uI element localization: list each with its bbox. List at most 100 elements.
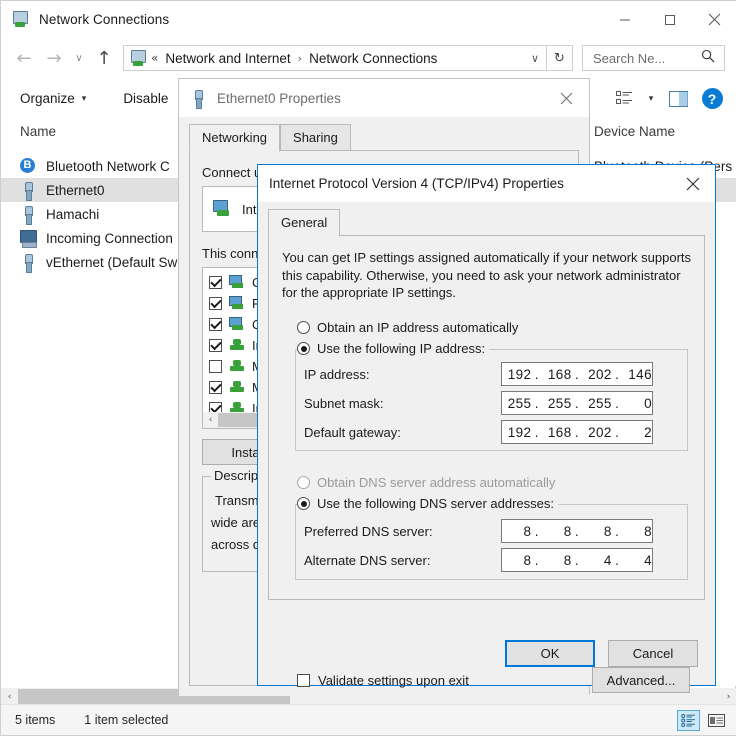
obtain-ip-automatically-option[interactable]: Obtain an IP address automatically xyxy=(297,320,518,335)
component-checkbox[interactable] xyxy=(209,381,222,394)
help-button[interactable]: ? xyxy=(695,84,729,114)
use-following-ip-option[interactable]: Use the following IP address: xyxy=(297,341,490,356)
column-header-device-name[interactable]: Device Name xyxy=(594,124,675,139)
window-titlebar: Network Connections xyxy=(1,1,736,38)
screen: Network Connections ← → ∨ ↑ « Network an… xyxy=(0,0,736,736)
preferred-dns-input[interactable]: 8.8.8.8 xyxy=(501,519,653,543)
recent-locations-button[interactable]: ∨ xyxy=(69,53,89,64)
use-following-dns-label: Use the following DNS server addresses: xyxy=(317,496,554,511)
dns-octet-1[interactable]: 8 xyxy=(502,553,532,568)
close-button[interactable] xyxy=(692,1,736,38)
ip-octet-4[interactable]: 146 xyxy=(623,367,652,382)
component-checkbox[interactable] xyxy=(209,276,222,289)
ip-octet-2[interactable]: 168 xyxy=(542,425,571,440)
dns-octet-1[interactable]: 8 xyxy=(502,524,532,539)
ip-dot: . xyxy=(615,395,620,411)
dns-octet-2[interactable]: 8 xyxy=(542,553,572,568)
ip-octet-2[interactable]: 255 xyxy=(542,396,571,411)
ipv4-dialog-footer: OK Cancel xyxy=(258,625,715,685)
breadcrumb-item-network-and-internet[interactable]: Network and Internet xyxy=(165,51,290,66)
ip-octet-4[interactable]: 2 xyxy=(623,425,652,440)
disable-button[interactable]: Disable xyxy=(123,91,168,106)
ok-button[interactable]: OK xyxy=(505,640,595,667)
disable-label: Disable xyxy=(123,91,169,106)
radio-use-following-ip[interactable] xyxy=(297,342,310,355)
ip-octet-2[interactable]: 168 xyxy=(542,367,571,382)
ip-octet-1[interactable]: 255 xyxy=(502,396,531,411)
ip-dot: . xyxy=(615,552,620,568)
ip-dot: . xyxy=(574,395,580,411)
subnet-mask-input[interactable]: 255. 255. 255. 0 xyxy=(501,391,653,415)
tiles-view-icon[interactable] xyxy=(705,710,728,731)
ip-address-input[interactable]: 192. 168. 202. 146 xyxy=(501,362,653,386)
ethernet-tabstrip: Networking Sharing xyxy=(189,123,351,152)
maximize-button[interactable] xyxy=(647,1,692,38)
ip-dot: . xyxy=(574,424,580,440)
obtain-dns-automatically-option[interactable]: Obtain DNS server address automatically xyxy=(297,475,555,490)
network-connections-icon xyxy=(12,10,30,29)
up-button[interactable]: ↑ xyxy=(89,43,119,73)
dns-octet-4[interactable]: 4 xyxy=(623,553,652,568)
radio-obtain-ip-auto[interactable] xyxy=(297,321,310,334)
protocol-icon xyxy=(229,359,246,374)
breadcrumb-dropdown-icon[interactable]: ∨ xyxy=(524,52,546,65)
refresh-button[interactable]: ↻ xyxy=(547,45,573,71)
tab-general[interactable]: General xyxy=(268,209,341,237)
details-view-icon[interactable] xyxy=(677,709,700,731)
dns-octet-3[interactable]: 8 xyxy=(582,524,612,539)
ip-octet-3[interactable]: 202 xyxy=(582,425,611,440)
back-button[interactable]: ← xyxy=(9,43,39,73)
ip-dot: . xyxy=(534,424,539,440)
list-item-label: vEthernet (Default Sw xyxy=(46,254,178,270)
dns-octet-2[interactable]: 8 xyxy=(542,524,572,539)
default-gateway-input[interactable]: 192. 168. 202. 2 xyxy=(501,420,653,444)
dns-octet-4[interactable]: 8 xyxy=(623,524,652,539)
ip-octet-3[interactable]: 202 xyxy=(582,367,611,382)
chevron-down-icon: ▾ xyxy=(648,93,654,104)
alternate-dns-input[interactable]: 8.8.4.4 xyxy=(501,548,653,572)
scroll-right-arrow[interactable]: › xyxy=(720,692,736,702)
tab-sharing[interactable]: Sharing xyxy=(280,124,351,152)
ipv4-tabstrip: General xyxy=(268,208,341,237)
forward-button[interactable]: → xyxy=(39,43,69,73)
ip-octet-1[interactable]: 192 xyxy=(502,425,531,440)
ip-octet-4[interactable]: 0 xyxy=(623,396,652,411)
scroll-left-arrow[interactable]: ‹ xyxy=(203,415,218,425)
tab-networking[interactable]: Networking xyxy=(189,124,281,152)
breadcrumb-overflow-chevrons[interactable]: « xyxy=(151,51,158,65)
ip-octet-3[interactable]: 255 xyxy=(582,396,611,411)
organize-button[interactable]: Organize ▾ xyxy=(20,91,86,106)
description-line: Transmi xyxy=(215,493,262,508)
search-box[interactable]: Search Ne... xyxy=(582,45,725,71)
preview-pane-icon[interactable] xyxy=(661,84,695,114)
ipv4-dialog-close-button[interactable] xyxy=(671,165,715,202)
use-following-dns-option[interactable]: Use the following DNS server addresses: xyxy=(297,496,558,511)
component-checkbox[interactable] xyxy=(209,339,222,352)
window-title: Network Connections xyxy=(39,12,170,27)
network-client-icon xyxy=(229,317,246,332)
list-item-label: Incoming Connection xyxy=(46,230,173,246)
cancel-button[interactable]: Cancel xyxy=(608,640,698,667)
component-checkbox[interactable] xyxy=(209,297,222,310)
dns-octet-3[interactable]: 4 xyxy=(582,553,612,568)
view-dropdown-button[interactable]: ▾ xyxy=(641,84,661,114)
ip-dot: . xyxy=(574,552,580,568)
breadcrumb[interactable]: « Network and Internet › Network Connect… xyxy=(123,45,547,71)
breadcrumb-item-network-connections[interactable]: Network Connections xyxy=(309,51,437,66)
list-item-label: Bluetooth Network C xyxy=(46,158,170,174)
intro-text: You can get IP settings assigned automat… xyxy=(282,250,692,300)
scroll-left-arrow[interactable]: ‹ xyxy=(1,692,18,702)
magnifier-icon xyxy=(701,49,715,68)
ethernet-plug-icon xyxy=(20,205,37,225)
search-input[interactable]: Search Ne... xyxy=(593,51,665,66)
radio-use-following-dns[interactable] xyxy=(297,497,310,510)
component-checkbox[interactable] xyxy=(209,318,222,331)
view-layout-icon[interactable] xyxy=(607,84,641,114)
ethernet-dialog-close-button[interactable] xyxy=(544,79,589,117)
ip-octet-1[interactable]: 192 xyxy=(502,367,531,382)
list-item-label: Hamachi xyxy=(46,206,100,222)
radio-obtain-dns-auto[interactable] xyxy=(297,476,310,489)
component-checkbox[interactable] xyxy=(209,360,222,373)
minimize-button[interactable] xyxy=(602,1,647,38)
column-header-name[interactable]: Name xyxy=(20,124,56,139)
